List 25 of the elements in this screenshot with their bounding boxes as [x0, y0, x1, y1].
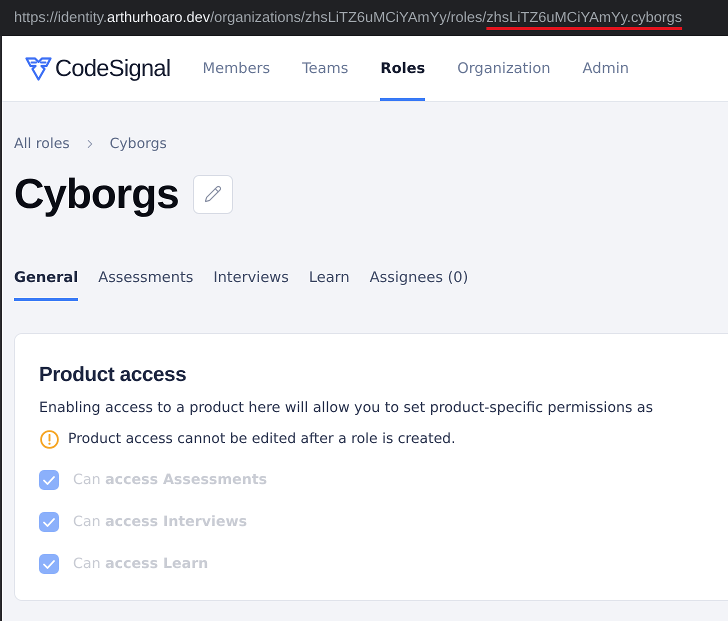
pencil-icon [204, 185, 222, 203]
tab[interactable]: Learn [308, 268, 350, 301]
breadcrumb-link[interactable]: All roles [14, 136, 70, 152]
tab[interactable]: Interviews [213, 268, 289, 301]
nav-item[interactable]: Teams [302, 36, 348, 101]
warning-icon [40, 430, 59, 448]
breadcrumb-link[interactable]: Cyborgs [110, 136, 167, 152]
page-title: Cyborgs [14, 172, 179, 216]
logo-text: CodeSignal [55, 55, 171, 82]
card-title: Product access [39, 362, 188, 388]
tab[interactable]: Assessments [98, 268, 194, 301]
logo-icon [25, 56, 52, 80]
warning-text: Product access cannot be edited after a role is created. [68, 430, 456, 449]
nav-item[interactable]: Members [202, 36, 270, 101]
nav-item[interactable]: Roles [380, 36, 426, 101]
edit-button[interactable] [192, 174, 233, 214]
check-icon [43, 560, 55, 568]
tab[interactable]: Assignees (0) [370, 268, 468, 301]
card-description: Enabling access to a product here will allow you to set product-specific permissions as [39, 399, 654, 418]
nav-item[interactable]: Admin [582, 36, 630, 101]
tab[interactable]: General [14, 268, 78, 301]
check-icon [43, 518, 55, 526]
nav-item[interactable]: Organization [457, 36, 551, 101]
address-text[interactable]: https://identity.arthurhoaro.dev/organizations/zhsLiTZ6uMCiYAmYy/roles/zhsLiTZ6uMCiYAmYy.cyborgs [14, 8, 682, 28]
check-icon [43, 476, 55, 484]
